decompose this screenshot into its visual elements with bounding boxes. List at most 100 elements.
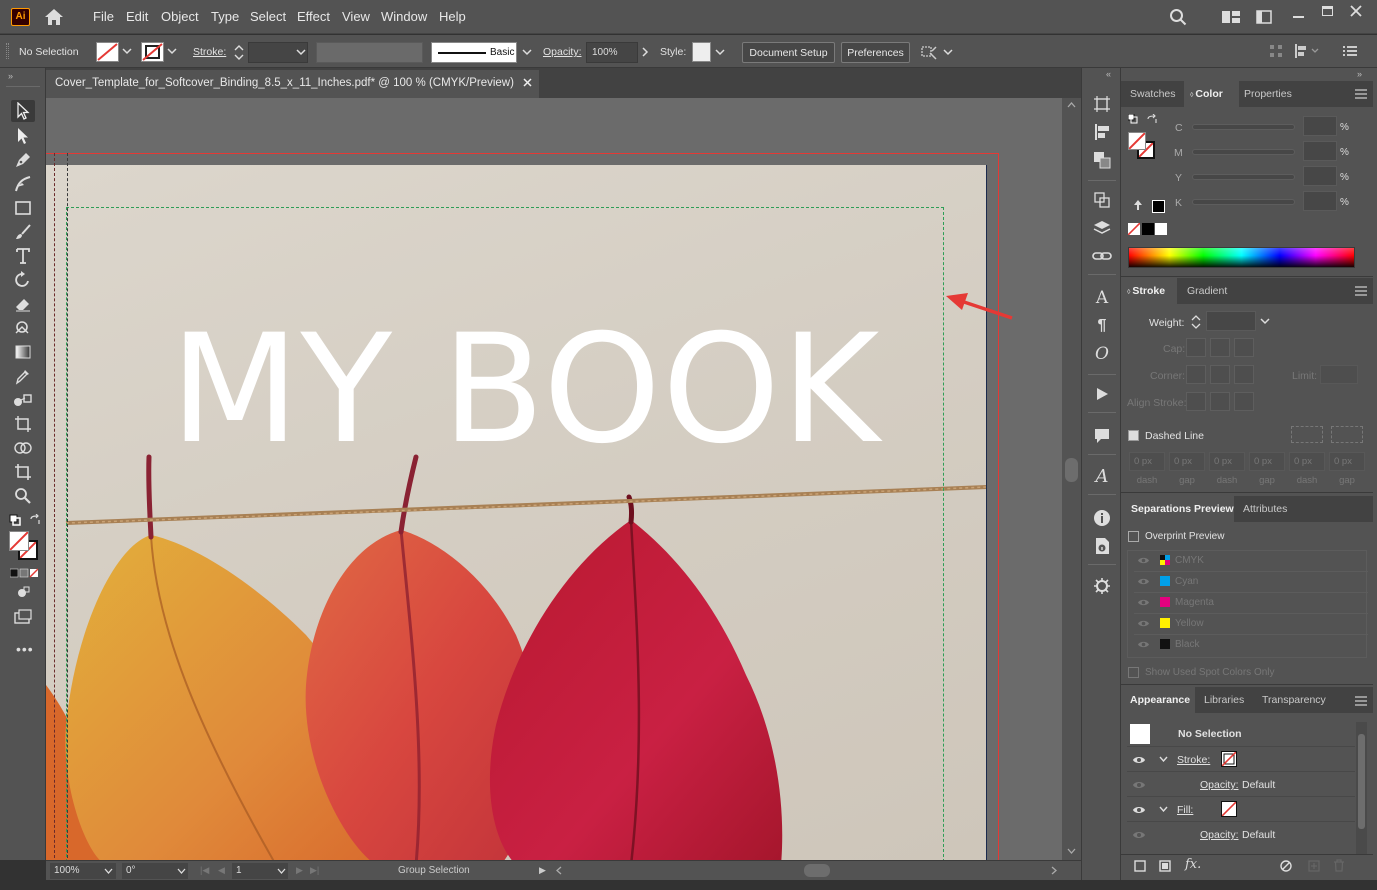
appearance-scrollbar[interactable] [1356,722,1367,854]
tab-separations-preview[interactable]: Separations Preview [1121,496,1234,522]
rotation-chevron-icon[interactable] [177,868,186,874]
add-new-fill-icon[interactable] [1159,860,1171,872]
preferences-button[interactable]: Preferences [841,42,910,63]
channel-k-slider[interactable] [1192,199,1295,205]
comments-panel-icon[interactable] [1092,426,1112,446]
character-panel-icon[interactable]: A [1092,288,1112,308]
tab-stroke[interactable]: ◊ Stroke [1121,278,1177,304]
tab-gradient[interactable]: Gradient [1187,278,1227,304]
fill-visibility-eye-icon[interactable] [1132,805,1146,815]
plugin-panel-icon[interactable] [1092,576,1112,596]
align-dash-button[interactable] [1331,426,1363,443]
channel-y-field[interactable] [1303,166,1337,186]
eye-icon[interactable] [1137,577,1150,586]
opentype-panel-icon[interactable]: O [1092,344,1112,364]
gradient-tool-icon[interactable] [11,341,35,363]
dash-field[interactable]: 0 px [1209,452,1245,471]
menu-view[interactable]: View [342,9,370,24]
color-panel-menu-icon[interactable] [1355,89,1367,99]
maximize-button[interactable] [1322,6,1333,16]
fill-opacity-label[interactable]: Opacity: [1200,829,1239,841]
eye-icon[interactable] [1137,598,1150,607]
transform-grid-icon[interactable] [1269,44,1283,58]
pathfinder-panel-icon[interactable] [1092,150,1112,170]
spot-colors-checkbox[interactable] [1128,667,1139,678]
edit-toolbar-icon[interactable]: ••• [16,641,34,657]
stroke-weight-chevron-icon[interactable] [296,49,306,56]
color-fill-stroke-indicator[interactable] [1128,132,1156,160]
stroke-panel-menu-icon[interactable] [1355,286,1367,296]
canvas-area[interactable]: MY BOOK [46,98,1062,860]
actions-panel-icon[interactable] [1092,384,1112,404]
scroll-down-icon[interactable] [1067,848,1076,854]
eraser-tool-icon[interactable] [11,293,35,315]
width-tool-icon[interactable] [11,317,35,339]
collapse-panels-icon[interactable]: » [1357,69,1362,79]
eye-icon[interactable] [1137,556,1150,565]
gap-field[interactable]: 0 px [1169,452,1205,471]
zoom-chevron-icon[interactable] [104,868,113,874]
round-cap-button[interactable] [1210,338,1230,357]
dash-field[interactable]: 0 px [1289,452,1325,471]
gap-field[interactable]: 0 px [1249,452,1285,471]
add-effect-icon[interactable]: fx. [1185,857,1201,872]
menu-object[interactable]: Object [161,9,199,24]
tab-libraries[interactable]: Libraries [1204,687,1244,713]
layers-panel-icon[interactable] [1092,218,1112,238]
stroke-expand-chevron-icon[interactable] [1159,756,1168,762]
document-tab[interactable]: Cover_Template_for_Softcover_Binding_8.5… [46,70,539,98]
none-swatch[interactable] [1128,223,1140,235]
color-spectrum[interactable] [1128,247,1355,268]
appearance-scroll-thumb[interactable] [1358,734,1365,829]
white-swatch[interactable] [1155,223,1167,235]
stroke-weight-stepper[interactable] [232,42,246,63]
align-panel-icon[interactable] [1092,122,1112,142]
tab-swatches[interactable]: Swatches [1130,81,1176,107]
vertical-scrollbar[interactable] [1062,98,1081,860]
stroke-opacity-label[interactable]: Opacity: [1200,779,1239,791]
align-inside-button[interactable] [1210,392,1230,411]
align-options-icon[interactable] [1294,43,1320,59]
previous-artboard-icon[interactable]: ◀ [218,865,225,876]
home-icon[interactable] [44,8,64,26]
tab-properties[interactable]: Properties [1244,81,1292,107]
fill-expand-chevron-icon[interactable] [1159,806,1168,812]
menu-window[interactable]: Window [381,9,427,24]
tab-attributes[interactable]: Attributes [1243,496,1287,522]
minimize-button[interactable] [1293,16,1304,18]
ink-row-black[interactable]: Black [1134,635,1368,656]
menu-type[interactable]: Type [211,9,239,24]
projecting-cap-button[interactable] [1234,338,1254,357]
first-artboard-icon[interactable]: |◀ [200,865,209,876]
swap-fill-stroke-icon[interactable] [29,514,41,526]
eye-icon[interactable] [1137,640,1150,649]
clear-appearance-icon[interactable] [1280,860,1292,872]
rotate-tool-icon[interactable] [11,269,35,291]
menu-select[interactable]: Select [250,9,286,24]
eye-icon[interactable] [1137,619,1150,628]
color-mode-buttons[interactable] [10,568,38,578]
draw-mode-icon[interactable] [11,582,35,604]
align-outside-button[interactable] [1234,392,1254,411]
rectangle-tool-icon[interactable] [11,197,35,219]
ink-row-cyan[interactable]: Cyan [1134,572,1368,593]
scroll-up-icon[interactable] [1067,102,1076,108]
dash-field[interactable]: 0 px [1129,452,1165,471]
appearance-stroke-swatch[interactable] [1221,751,1237,767]
scroll-thumb[interactable] [1065,458,1078,482]
brush-definition[interactable]: Basic [431,42,517,63]
miter-join-button[interactable] [1186,365,1206,384]
arrange-documents-icon[interactable] [1221,10,1241,24]
glyphs-panel-icon[interactable]: A [1092,466,1112,487]
channel-c-field[interactable] [1303,116,1337,136]
scroll-right-icon[interactable] [1051,866,1057,875]
search-icon[interactable] [1169,8,1187,26]
align-center-button[interactable] [1186,392,1206,411]
links-panel-icon[interactable] [1092,246,1112,266]
stroke-opacity-eye-icon[interactable] [1132,780,1146,790]
delete-item-icon[interactable] [1333,859,1345,872]
fill-stroke-indicator[interactable] [9,531,39,561]
menu-effect[interactable]: Effect [297,9,330,24]
scroll-left-icon[interactable] [556,866,562,875]
eyedropper-tool-icon[interactable] [11,365,35,387]
